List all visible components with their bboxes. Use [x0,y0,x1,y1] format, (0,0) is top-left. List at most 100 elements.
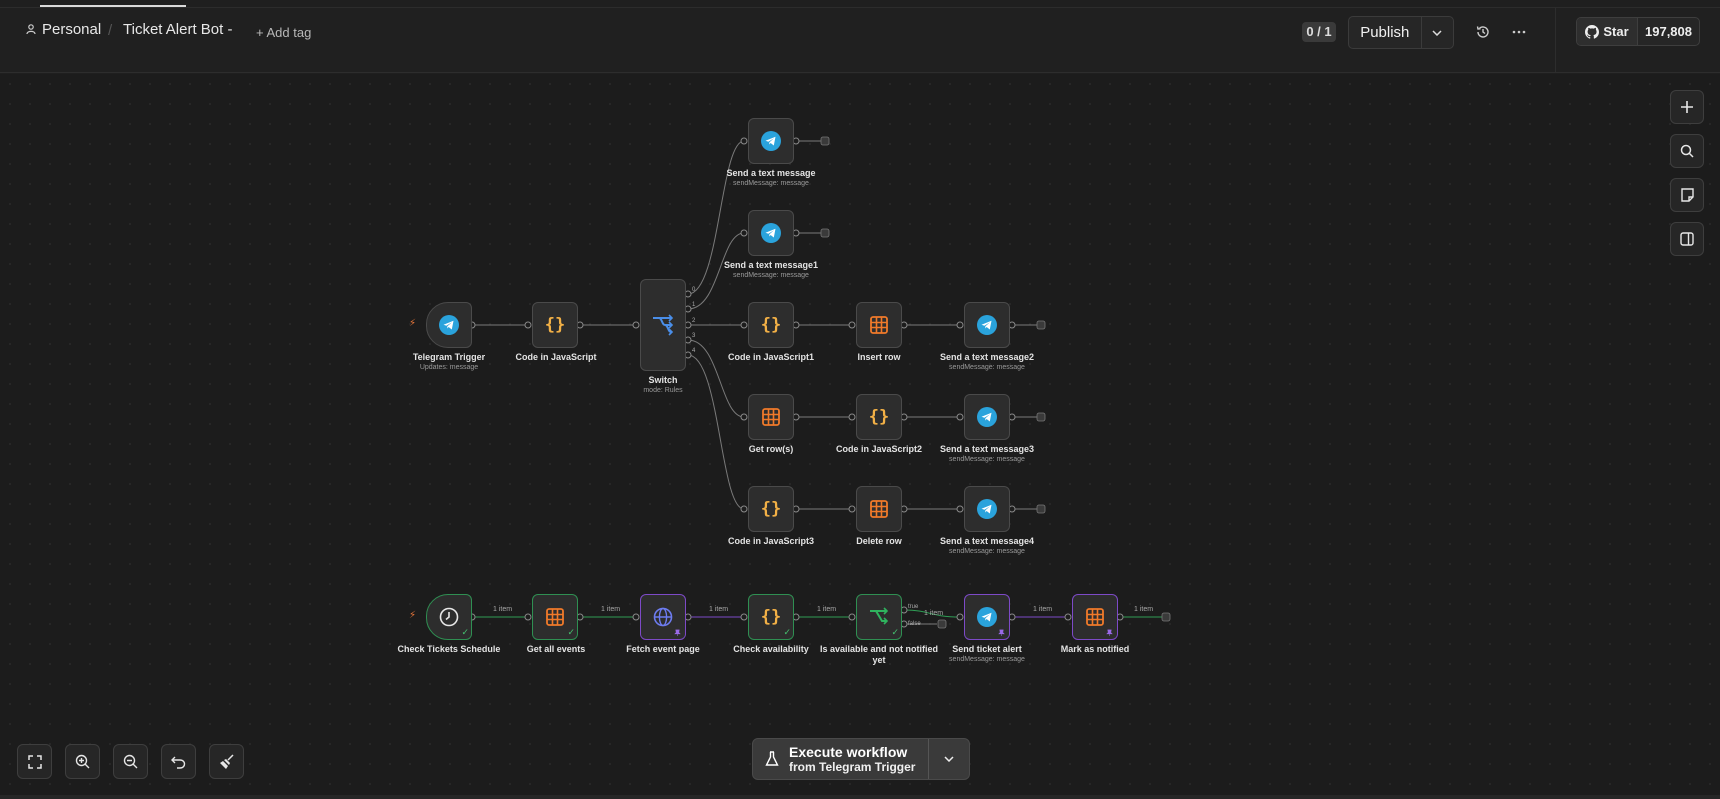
switch-port-0: 0 [692,287,696,293]
success-check-icon: ✓ [461,627,469,637]
pin-icon [998,629,1005,636]
code-braces-icon: {} [760,607,782,627]
node-send-text-message1[interactable] [748,210,794,256]
node-telegram-trigger[interactable] [426,302,472,348]
history-icon [1476,26,1489,38]
node-insert-row[interactable] [856,302,902,348]
zoom-out-button[interactable] [113,744,148,779]
code-braces-icon: {} [760,499,782,519]
node-is-available[interactable]: ✓ [856,594,902,640]
node-mark-as-notified[interactable] [1072,594,1118,640]
publish-button[interactable]: Publish [1349,17,1422,48]
add-node-button[interactable] [1670,90,1704,124]
publish-dropdown-button[interactable] [1422,17,1453,48]
execute-workflow-button[interactable]: Execute workflow from Telegram Trigger [753,739,929,779]
node-code-javascript[interactable]: {} [532,302,578,348]
node-code-javascript3[interactable]: {} [748,486,794,532]
node-sublabel: sendMessage: message [733,180,809,187]
edge-item-count: 1 item [601,606,621,613]
history-button[interactable] [1473,22,1493,42]
tab-strip [0,0,1720,8]
telegram-icon [977,607,997,627]
chevron-down-icon [944,756,954,762]
node-send-ticket-alert[interactable] [964,594,1010,640]
sticky-note-icon [1680,188,1694,202]
header-divider [1555,8,1556,72]
github-icon [1585,24,1600,39]
zoom-in-button[interactable] [65,744,100,779]
version-counter-badge[interactable]: 0 / 1 [1302,22,1336,42]
undo-button[interactable] [161,744,196,779]
publish-button-group: Publish [1348,16,1454,49]
table-grid-icon [870,500,888,518]
edge-item-count: 1 item [924,610,944,617]
node-sublabel: mode: Rules [643,387,683,394]
node-code-javascript1[interactable]: {} [748,302,794,348]
zoom-in-icon [75,754,90,769]
table-grid-icon [546,608,564,626]
edge-item-count: 1 item [817,606,837,613]
node-send-text-message4[interactable] [964,486,1010,532]
edge-item-count: 1 item [1033,606,1053,613]
toggle-panel-button[interactable] [1670,222,1704,256]
node-get-rows[interactable] [748,394,794,440]
trigger-bolt-icon: ⚡ [409,610,417,621]
github-star-button[interactable]: Star [1577,18,1638,45]
edge-item-count: 1 item [1134,606,1154,613]
node-fetch-event-page[interactable] [640,594,686,640]
tidy-up-button[interactable] [209,744,244,779]
switch-port-1: 1 [692,302,696,308]
node-delete-row[interactable] [856,486,902,532]
more-options-button[interactable] [1509,22,1529,42]
telegram-icon [977,407,997,427]
node-send-text-message3[interactable] [964,394,1010,440]
user-icon [26,24,36,35]
trigger-bolt-icon: ⚡ [409,318,417,329]
if-branch-icon [870,607,889,625]
switch-port-3: 3 [692,333,696,339]
edge-item-count: 1 item [709,606,729,613]
breadcrumb-workspace[interactable]: Personal [26,21,101,38]
node-sublabel: sendMessage: message [949,548,1025,555]
edge-item-count: 1 item [493,606,513,613]
node-sublabel: Updates: message [419,364,479,371]
fit-view-button[interactable] [17,744,52,779]
node-label: Send a text message1 [723,260,819,270]
node-send-text-message[interactable] [748,118,794,164]
add-sticky-note-button[interactable] [1670,178,1704,212]
execute-trigger-dropdown[interactable] [929,739,969,779]
success-check-icon: ✓ [891,627,899,637]
node-switch[interactable] [640,279,686,371]
node-check-tickets-schedule[interactable]: ✓ [426,594,472,640]
code-braces-icon: {} [760,315,782,335]
node-label: Send a text message4 [939,536,1035,546]
node-code-javascript2[interactable]: {} [856,394,902,440]
pin-icon [1106,629,1113,636]
node-check-availability[interactable]: {} ✓ [748,594,794,640]
workspace-name: Personal [42,21,102,38]
add-tag-button[interactable]: + Add tag [256,25,311,40]
node-sublabel: sendMessage: message [949,656,1025,663]
undo-icon [171,756,186,769]
node-label: Send a text message [726,168,816,178]
chevron-down-icon [1432,29,1442,36]
globe-icon [653,607,673,627]
node-label: Code in JavaScript [515,352,597,362]
table-grid-icon [762,408,780,426]
more-horizontal-icon [1512,30,1526,34]
node-label: Switch [648,375,678,385]
workflow-title[interactable]: Ticket Alert Bot - [123,21,232,38]
execute-workflow-title: Execute workflow [789,744,908,760]
active-tab-indicator[interactable] [40,5,186,7]
execute-workflow-button-group: Execute workflow from Telegram Trigger [752,738,970,780]
github-star-widget[interactable]: Star 197,808 [1576,17,1700,46]
pin-icon [674,629,681,636]
breadcrumb-separator: / [108,22,113,39]
table-grid-icon [870,316,888,334]
node-send-text-message2[interactable] [964,302,1010,348]
node-get-all-events[interactable]: ✓ [532,594,578,640]
search-nodes-button[interactable] [1670,134,1704,168]
fit-view-icon [27,754,42,769]
header [0,8,1720,73]
port-label-true: true [908,604,919,610]
